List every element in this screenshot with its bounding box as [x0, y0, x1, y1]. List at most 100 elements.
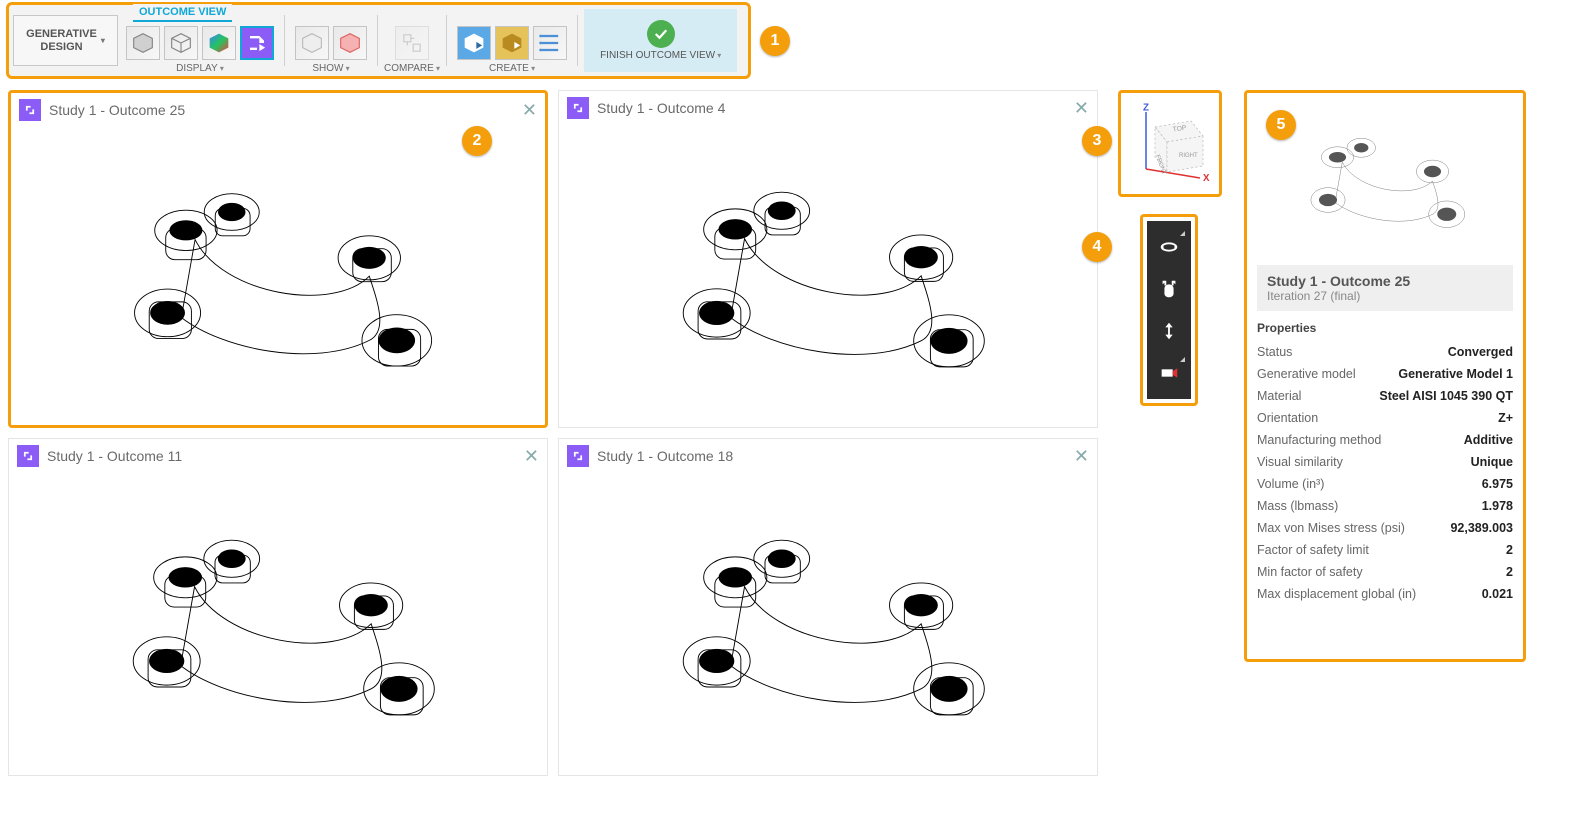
axis-z-label: Z	[1143, 103, 1149, 114]
callout-1: 1	[760, 26, 790, 56]
generative-design-dropdown[interactable]: GENERATIVE DESIGN	[13, 15, 118, 66]
properties-row: Volume (in³) 6.975	[1257, 473, 1513, 495]
properties-panel: Study 1 - Outcome 25 Iteration 27 (final…	[1244, 90, 1526, 662]
properties-row-value: Unique	[1471, 455, 1513, 469]
viewcube[interactable]: Z X TOP FRONT RIGHT	[1118, 90, 1222, 197]
properties-row-value: 2	[1506, 543, 1513, 557]
properties-row-label: Min factor of safety	[1257, 565, 1363, 579]
properties-row-value: Generative Model 1	[1398, 367, 1513, 381]
navigation-toolbar	[1140, 214, 1198, 406]
axis-x-label: X	[1203, 173, 1210, 184]
outcome-tile-2[interactable]: Study 1 - Outcome 4 ✕	[558, 90, 1098, 428]
display-mode-wire-icon[interactable]	[164, 26, 198, 60]
toolbar-group-compare: COMPARE	[384, 19, 440, 76]
properties-row: Max displacement global (in) 0.021	[1257, 583, 1513, 605]
properties-title-box: Study 1 - Outcome 25 Iteration 27 (final…	[1257, 265, 1513, 311]
expand-icon[interactable]	[17, 445, 39, 467]
tab-outcome-view[interactable]: OUTCOME VIEW	[133, 4, 232, 22]
outcome-tile-viewport[interactable]	[9, 473, 547, 775]
properties-row-label: Mass (lbmass)	[1257, 499, 1338, 513]
properties-row: Generative model Generative Model 1	[1257, 363, 1513, 385]
finish-outcome-view-button[interactable]: FINISH OUTCOME VIEW	[584, 9, 737, 72]
properties-row-label: Volume (in³)	[1257, 477, 1324, 491]
properties-title: Study 1 - Outcome 25	[1267, 273, 1503, 289]
hide-cube-icon[interactable]	[333, 26, 367, 60]
properties-row-value: Converged	[1448, 345, 1513, 359]
toolbar-separator	[284, 15, 285, 66]
toolbar-separator	[377, 15, 378, 66]
svg-text:RIGHT: RIGHT	[1179, 153, 1198, 159]
outcome-tile-viewport[interactable]	[559, 125, 1097, 427]
show-cube-icon[interactable]	[295, 26, 329, 60]
properties-row-label: Manufacturing method	[1257, 433, 1381, 447]
outcome-tile-3[interactable]: Study 1 - Outcome 11 ✕	[8, 438, 548, 776]
properties-row-label: Generative model	[1257, 367, 1356, 381]
callout-4: 4	[1082, 232, 1112, 262]
pan-button[interactable]	[1155, 275, 1183, 303]
callout-2: 2	[462, 126, 492, 156]
toolbar-group-show: SHOW	[291, 19, 371, 76]
expand-icon[interactable]	[19, 99, 41, 121]
expand-icon[interactable]	[567, 97, 589, 119]
properties-row-label: Material	[1257, 389, 1301, 403]
properties-row-value: 92,389.003	[1450, 521, 1513, 535]
properties-row-value: 2	[1506, 565, 1513, 579]
properties-row: Factor of safety limit2	[1257, 539, 1513, 561]
outcome-tile-viewport[interactable]	[559, 473, 1097, 775]
outcome-tile-4[interactable]: Study 1 - Outcome 18 ✕	[558, 438, 1098, 776]
create-export-icon[interactable]	[457, 26, 491, 60]
properties-subtitle: Iteration 27 (final)	[1267, 289, 1503, 303]
properties-row: Mass (lbmass) 1.978	[1257, 495, 1513, 517]
look-button[interactable]	[1155, 359, 1183, 387]
properties-row-value: 0.021	[1482, 587, 1513, 601]
close-icon[interactable]: ✕	[1074, 447, 1089, 465]
display-mode-solid-icon[interactable]	[126, 26, 160, 60]
properties-row: Visual similarity Unique	[1257, 451, 1513, 473]
toolbar-group-display: DISPLAY	[122, 19, 278, 76]
toolbar: OUTCOME VIEW GENERATIVE DESIGN	[6, 2, 751, 79]
close-icon[interactable]: ✕	[524, 447, 539, 465]
outcome-tile-title: Study 1 - Outcome 25	[49, 102, 185, 118]
toolbar-group-display-label[interactable]: DISPLAY	[176, 63, 224, 76]
properties-row-label: Max von Mises stress (psi)	[1257, 521, 1405, 535]
toolbar-separator	[446, 15, 447, 66]
display-mode-stress-icon[interactable]	[202, 26, 236, 60]
display-mode-export-icon[interactable]	[240, 26, 274, 60]
compare-icon[interactable]	[395, 26, 429, 60]
zoom-button[interactable]	[1155, 317, 1183, 345]
outcome-tile-title: Study 1 - Outcome 4	[597, 100, 725, 116]
toolbar-group-create-label[interactable]: CREATE	[489, 63, 535, 76]
properties-row: Manufacturing methodAdditive	[1257, 429, 1513, 451]
check-icon	[647, 20, 675, 48]
finish-outcome-view-label: FINISH OUTCOME VIEW	[600, 50, 721, 61]
expand-icon[interactable]	[567, 445, 589, 467]
toolbar-separator	[577, 15, 578, 66]
properties-row: Status Converged	[1257, 341, 1513, 363]
properties-section-header: Properties	[1257, 321, 1513, 335]
properties-row: Orientation Z+	[1257, 407, 1513, 429]
properties-rows: StatusConvergedGenerative modelGenerativ…	[1257, 341, 1513, 605]
properties-row: Material Steel AISI 1045 390 QT	[1257, 385, 1513, 407]
properties-row-label: Max displacement global (in)	[1257, 587, 1416, 601]
create-list-icon[interactable]	[533, 26, 567, 60]
close-icon[interactable]: ✕	[1074, 99, 1089, 117]
properties-row: Max von Mises stress (psi) 92,389.003	[1257, 517, 1513, 539]
outcome-tile-title: Study 1 - Outcome 11	[47, 448, 182, 464]
callout-5: 5	[1266, 110, 1296, 140]
properties-row-label: Status	[1257, 345, 1292, 359]
properties-row-label: Visual similarity	[1257, 455, 1343, 469]
toolbar-group-create: CREATE	[453, 19, 571, 76]
properties-row-value: 6.975	[1482, 477, 1513, 491]
create-component-icon[interactable]	[495, 26, 529, 60]
properties-row-value: Steel AISI 1045 390 QT	[1379, 389, 1513, 403]
outcome-tile-viewport[interactable]	[11, 127, 545, 425]
orbit-button[interactable]	[1155, 233, 1183, 261]
properties-row-value: 1.978	[1482, 499, 1513, 513]
close-icon[interactable]: ✕	[522, 101, 537, 119]
properties-row: Min factor of safety 2	[1257, 561, 1513, 583]
generative-design-label: GENERATIVE DESIGN	[26, 28, 97, 52]
toolbar-group-show-label[interactable]: SHOW	[312, 63, 349, 76]
properties-row-label: Orientation	[1257, 411, 1318, 425]
toolbar-group-compare-label[interactable]: COMPARE	[384, 63, 440, 76]
properties-row-value: Z+	[1498, 411, 1513, 425]
